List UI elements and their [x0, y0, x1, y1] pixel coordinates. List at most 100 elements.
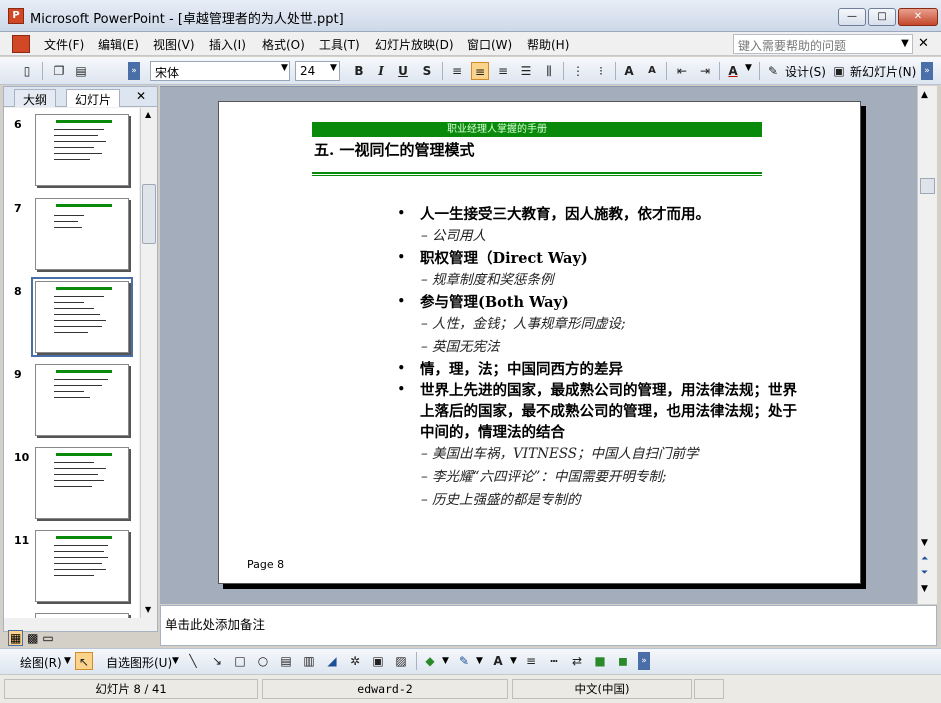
vertical-textbox-icon[interactable]: ▥: [300, 652, 318, 670]
previous-slide-icon[interactable]: ⏶: [921, 554, 928, 564]
thumbnail-slide-12[interactable]: 12: [8, 613, 134, 618]
justify-icon[interactable]: ☰: [517, 62, 535, 80]
scroll-up-icon[interactable]: ▲: [921, 90, 928, 100]
document-close-icon[interactable]: ✕: [918, 36, 929, 51]
drawbar-options-icon[interactable]: »: [638, 652, 650, 670]
paste-icon[interactable]: ▤: [72, 62, 90, 80]
new-slide-button[interactable]: 新幻灯片(N): [850, 63, 916, 80]
increase-indent-icon[interactable]: ⇥: [696, 62, 714, 80]
dash-style-icon[interactable]: ┅: [545, 652, 563, 670]
select-pointer-icon[interactable]: ↖: [75, 652, 93, 670]
font-color-draw-icon[interactable]: A: [489, 652, 507, 670]
font-color-icon[interactable]: A: [724, 62, 742, 80]
pane-close-icon[interactable]: ✕: [136, 89, 146, 103]
thumbnail-slide-11[interactable]: 11: [8, 530, 134, 608]
normal-view-icon[interactable]: ▦: [8, 630, 24, 646]
slide-title[interactable]: 五. 一视同仁的管理模式: [314, 139, 474, 160]
new-slide-icon[interactable]: ▣: [830, 62, 848, 80]
textbox-icon[interactable]: ▤: [277, 652, 295, 670]
copy-icon[interactable]: ❐: [50, 62, 68, 80]
clipart-icon[interactable]: ▣: [369, 652, 387, 670]
menu-window[interactable]: 窗口(W): [467, 36, 512, 53]
scroll-down-icon-2[interactable]: ▼: [921, 584, 928, 594]
arrow-style-icon[interactable]: ⇄: [568, 652, 586, 670]
next-slide-icon[interactable]: ⏷: [921, 568, 928, 578]
close-button[interactable]: ✕: [898, 8, 938, 26]
maximize-button[interactable]: □: [868, 8, 896, 26]
align-left-icon[interactable]: ≡: [448, 62, 466, 80]
draw-menu-button[interactable]: 绘图(R): [20, 654, 62, 671]
oval-icon[interactable]: ○: [254, 652, 272, 670]
new-document-icon[interactable]: ▯: [18, 62, 36, 80]
tab-outline[interactable]: 大纲: [14, 89, 57, 107]
menu-format[interactable]: 格式(O): [262, 36, 305, 53]
line-style-icon[interactable]: ≡: [522, 652, 540, 670]
toolbar-options-icon-2[interactable]: »: [921, 62, 933, 80]
menu-help[interactable]: 帮助(H): [527, 36, 569, 53]
picture-icon[interactable]: ▨: [392, 652, 410, 670]
current-slide[interactable]: 职业经理人掌握的手册 五. 一视同仁的管理模式 人一生接受三大教育，因人施教，依…: [218, 101, 861, 584]
menu-file[interactable]: 文件(F): [44, 36, 84, 53]
autoshapes-button[interactable]: 自选图形(U): [106, 654, 172, 671]
font-name-select[interactable]: 宋体: [150, 61, 290, 81]
slide-sorter-icon[interactable]: ▩: [27, 631, 38, 645]
diagram-icon[interactable]: ✲: [346, 652, 364, 670]
slideshow-icon[interactable]: ▭: [42, 631, 53, 645]
line-color-dropdown-icon[interactable]: ▼: [476, 656, 483, 666]
line-icon[interactable]: ╲: [184, 652, 202, 670]
arrow-icon[interactable]: ↘: [208, 652, 226, 670]
document-icon[interactable]: [12, 35, 30, 53]
notes-pane[interactable]: 单击此处添加备注: [160, 605, 937, 646]
help-search-input[interactable]: 键入需要帮助的问题: [733, 34, 913, 54]
font-color-dropdown-icon[interactable]: ▼: [745, 63, 752, 73]
3d-style-icon[interactable]: ◼: [614, 652, 632, 670]
rectangle-icon[interactable]: □: [231, 652, 249, 670]
decrease-font-icon[interactable]: A: [643, 62, 661, 80]
bullets-icon[interactable]: ⁝: [592, 62, 610, 80]
decrease-indent-icon[interactable]: ⇤: [673, 62, 691, 80]
thumbnail-slide-7[interactable]: 7: [8, 198, 134, 276]
scroll-up-icon[interactable]: ▲: [145, 110, 151, 119]
numbering-icon[interactable]: ⋮: [569, 62, 587, 80]
menu-insert[interactable]: 插入(I): [209, 36, 246, 53]
menu-view[interactable]: 视图(V): [153, 36, 195, 53]
font-color-draw-dropdown-icon[interactable]: ▼: [510, 656, 517, 666]
shadow-style-icon[interactable]: ■: [591, 652, 609, 670]
increase-font-icon[interactable]: A: [620, 62, 638, 80]
menu-slideshow[interactable]: 幻灯片放映(D): [375, 36, 454, 53]
distribute-icon[interactable]: ⫼: [540, 62, 558, 80]
draw-dropdown-icon[interactable]: ▼: [64, 656, 71, 666]
design-button[interactable]: 设计(S): [785, 63, 826, 80]
minimize-button[interactable]: —: [838, 8, 866, 26]
align-center-icon[interactable]: ≡: [471, 62, 489, 80]
autoshapes-dropdown-icon[interactable]: ▼: [172, 656, 179, 666]
align-right-icon[interactable]: ≡: [494, 62, 512, 80]
fill-color-dropdown-icon[interactable]: ▼: [442, 656, 449, 666]
thumbnail-slide-10[interactable]: 10: [8, 447, 134, 525]
line-color-icon[interactable]: ✎: [455, 652, 473, 670]
scroll-down-icon[interactable]: ▼: [145, 605, 151, 614]
powerpoint-app-icon[interactable]: P: [8, 8, 24, 24]
design-icon[interactable]: ✎: [764, 62, 782, 80]
slide-body[interactable]: 人一生接受三大教育，因人施教，依才而用。 – 公司用人 职权管理（Direct …: [395, 204, 805, 512]
underline-button[interactable]: U: [394, 62, 412, 80]
size-dropdown-icon[interactable]: ▼: [330, 63, 337, 73]
scroll-down-icon[interactable]: ▼: [921, 538, 928, 548]
fill-color-icon[interactable]: ◆: [421, 652, 439, 670]
toolbar-options-icon[interactable]: »: [128, 62, 140, 80]
wordart-icon[interactable]: ◢: [323, 652, 341, 670]
menu-edit[interactable]: 编辑(E): [98, 36, 139, 53]
scrollbar-thumb[interactable]: [920, 178, 935, 194]
bold-button[interactable]: B: [350, 62, 368, 80]
font-dropdown-icon[interactable]: ▼: [281, 63, 288, 73]
italic-button[interactable]: I: [372, 62, 390, 80]
menu-tools[interactable]: 工具(T): [319, 36, 360, 53]
thumbnail-slide-8[interactable]: 8: [8, 277, 134, 359]
thumbnail-slide-6[interactable]: 6: [8, 114, 134, 192]
tab-slides[interactable]: 幻灯片: [66, 89, 121, 107]
shadow-button[interactable]: S: [418, 62, 436, 80]
scrollbar-thumb[interactable]: [142, 184, 156, 244]
thumbnail-scrollbar[interactable]: ▲ ▼: [140, 108, 157, 618]
help-dropdown-icon[interactable]: ▼: [896, 34, 914, 54]
thumbnail-slide-9[interactable]: 9: [8, 364, 134, 442]
